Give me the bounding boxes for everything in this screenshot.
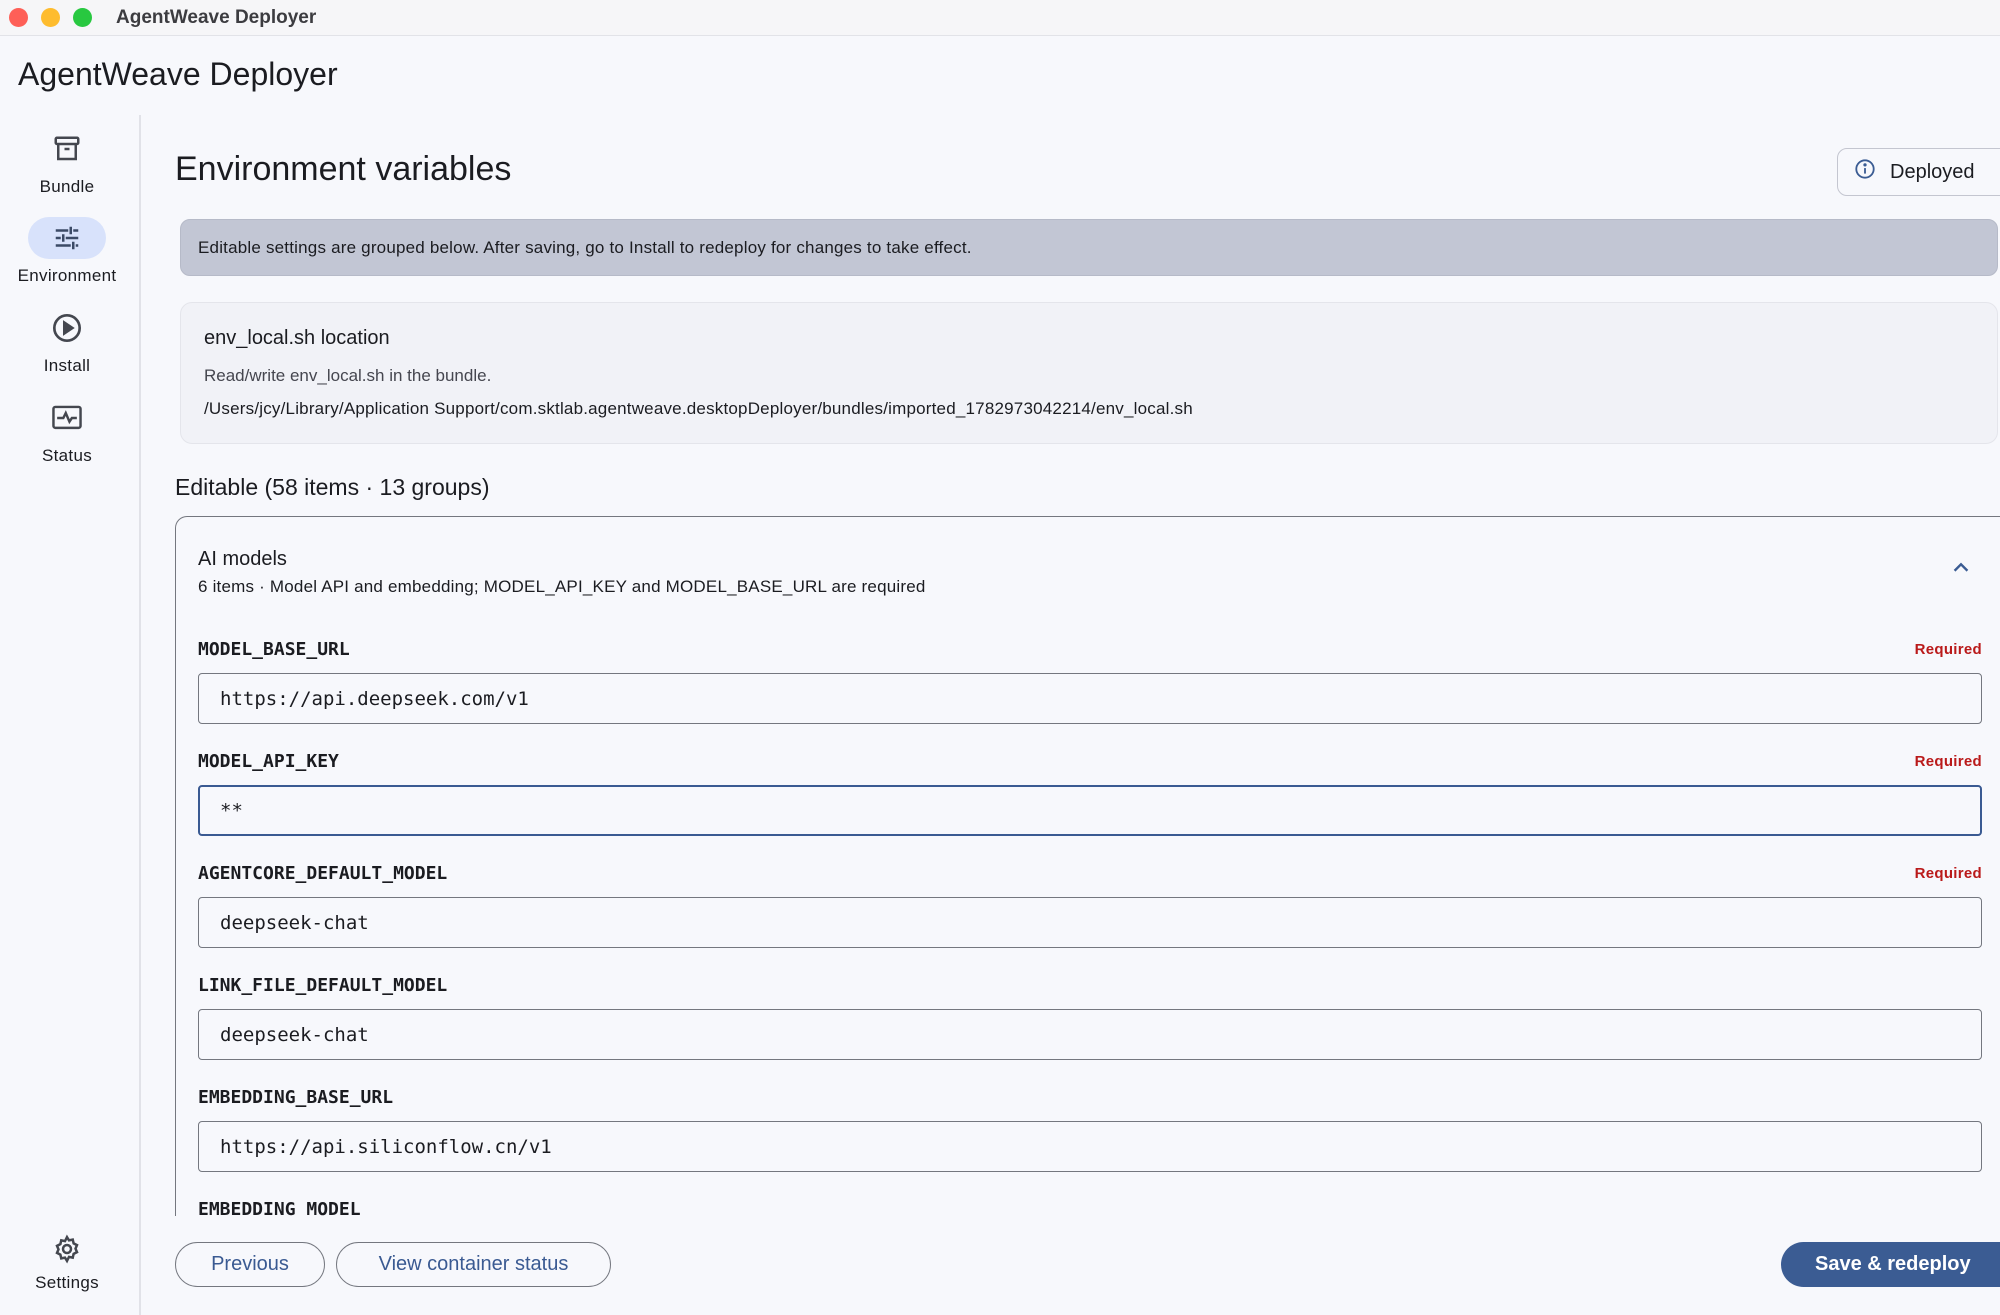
archive-icon [52, 134, 82, 164]
chevron-up-icon [1950, 557, 1972, 584]
required-badge: Required [1914, 641, 1982, 658]
nav-label-environment: Environment [17, 266, 117, 285]
nav-item-status[interactable]: Status [0, 397, 134, 466]
info-icon [1854, 158, 1876, 186]
field-model-api-key: MODEL_API_KEY Required [198, 751, 1982, 836]
field-label: EMBEDDING_BASE_URL [198, 1087, 394, 1108]
window-title: AgentWeave Deployer [116, 6, 317, 28]
env-location-title: env_local.sh location [204, 327, 390, 349]
sidebar-divider [139, 115, 141, 1315]
agentcore-default-model-input[interactable] [198, 897, 1982, 948]
page-title: Environment variables [175, 150, 512, 188]
editable-heading: Editable (58 items · 13 groups) [175, 474, 490, 500]
field-link-file-default-model: LINK_FILE_DEFAULT_MODEL [198, 975, 1982, 1060]
app-title: AgentWeave Deployer [18, 56, 338, 92]
group-header: AI models 6 items · Model API and embedd… [198, 548, 926, 597]
zoom-window-button[interactable] [73, 8, 92, 27]
nav-item-bundle[interactable]: Bundle [0, 128, 134, 197]
field-label: LINK_FILE_DEFAULT_MODEL [198, 975, 448, 996]
env-location-path: /Users/jcy/Library/Application Support/c… [204, 399, 1193, 418]
nav-item-environment[interactable]: Environment [0, 217, 134, 286]
model-api-key-input[interactable] [198, 785, 1982, 836]
nav-label-status: Status [42, 446, 92, 465]
field-label: MODEL_BASE_URL [198, 639, 350, 660]
previous-button[interactable]: Previous [175, 1242, 325, 1287]
field-label: AGENTCORE_DEFAULT_MODEL [198, 863, 448, 884]
info-banner: Editable settings are grouped below. Aft… [180, 219, 1998, 276]
required-badge: Required [1914, 753, 1982, 770]
close-window-button[interactable] [9, 8, 28, 27]
field-label: EMBEDDING_MODEL [198, 1199, 361, 1216]
field-agentcore-default-model: AGENTCORE_DEFAULT_MODEL Required [198, 863, 1982, 948]
field-embedding-base-url: EMBEDDING_BASE_URL [198, 1087, 1982, 1172]
gear-icon [52, 1234, 82, 1264]
tune-sliders-icon [52, 223, 82, 253]
nav-label-install: Install [43, 356, 91, 375]
view-container-status-button[interactable]: View container status [336, 1242, 611, 1287]
model-base-url-input[interactable] [198, 673, 1982, 724]
field-embedding-model: EMBEDDING_MODEL [198, 1199, 1982, 1216]
link-file-default-model-input[interactable] [198, 1009, 1982, 1060]
window-titlebar: AgentWeave Deployer [0, 0, 2000, 36]
nav-item-install[interactable]: Install [0, 307, 134, 376]
field-model-base-url: MODEL_BASE_URL Required [198, 639, 1982, 724]
minimize-window-button[interactable] [41, 8, 60, 27]
deployed-status-chip[interactable]: Deployed [1837, 148, 2000, 196]
status-chip-label: Deployed [1890, 160, 1975, 183]
window-controls [9, 8, 92, 27]
nav-label-bundle: Bundle [39, 177, 95, 196]
group-panel-ai-models: AI models 6 items · Model API and embedd… [175, 516, 2000, 1216]
monitor-heart-icon [51, 403, 83, 433]
group-name: AI models [198, 548, 287, 570]
env-location-description: Read/write env_local.sh in the bundle. [204, 366, 492, 385]
collapse-group-button[interactable] [1946, 555, 1976, 585]
nav-item-settings[interactable]: Settings [0, 1232, 134, 1293]
field-label: MODEL_API_KEY [198, 751, 339, 772]
play-circle-icon [51, 312, 83, 344]
group-description: 6 items · Model API and embedding; MODEL… [198, 577, 926, 596]
required-badge: Required [1914, 865, 1982, 882]
env-location-card: env_local.sh location Read/write env_loc… [180, 302, 1998, 444]
embedding-base-url-input[interactable] [198, 1121, 1982, 1172]
nav-label-settings: Settings [35, 1273, 99, 1292]
save-redeploy-button[interactable]: Save & redeploy [1781, 1242, 2000, 1287]
